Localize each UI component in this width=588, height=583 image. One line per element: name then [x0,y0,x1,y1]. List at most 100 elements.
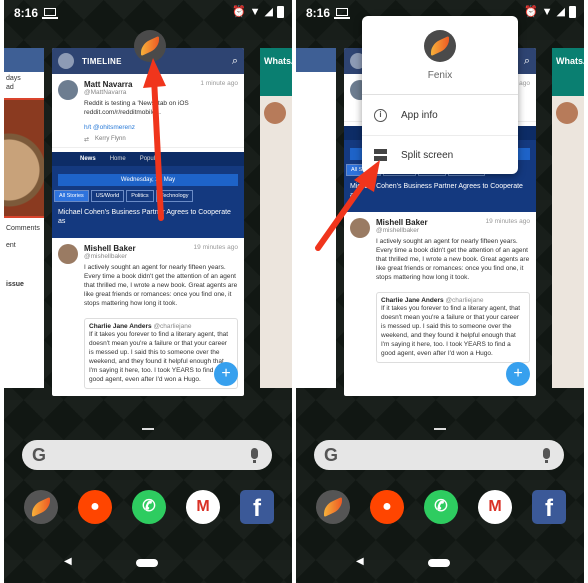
tweet-hat-tip: h/t @ohitsmerenz [84,124,136,131]
drag-handle[interactable] [142,428,154,430]
recent-app-card-reddit[interactable] [296,48,336,388]
signal-icon: ◢ [556,6,565,18]
news-tab: All Stories [54,190,89,202]
back-icon[interactable]: ◀ [64,556,72,567]
tweet-handle: @mishellbaker [84,253,128,260]
avatar [264,102,286,124]
recent-app-card-reddit[interactable]: days ad Comments ent issue [4,48,44,388]
left-card-text: issue [6,281,24,288]
mic-icon[interactable] [543,448,550,463]
tweet-time: 19 minutes ago [485,218,530,225]
left-card-image [4,98,44,218]
google-search-bar[interactable]: G [22,440,272,470]
menu-item-label: Split screen [401,149,454,161]
split-screen-menu-item[interactable]: Split screen [362,136,518,174]
avatar [350,218,370,238]
quote-handle: @charliejane [445,297,484,304]
quote-author: Charlie Jane Anders [381,297,444,304]
news-tab: Politics [126,190,154,202]
left-card-text: ad [6,84,14,91]
recent-app-card-fenix[interactable]: TIMELINE ⌕ Matt Navarra 1 minute ago @Ma… [52,48,244,396]
news-date: Wednesday, 23 May [58,174,238,186]
app-context-menu: Fenix i App info Split screen [362,16,518,174]
fenix-icon[interactable] [316,490,350,524]
wifi-icon: ▼ [541,5,553,18]
quote-text: If it takes you forever to find a litera… [381,305,521,357]
alarm-icon: ⏰ [523,6,538,18]
reddit-icon[interactable]: ● [78,490,112,524]
recent-app-card-whatsapp[interactable]: WhatsA [260,48,292,388]
avatar[interactable] [58,53,74,69]
home-button[interactable] [428,559,450,567]
news-headline: Michael Cohen's Business Partner Agrees … [350,183,523,199]
search-icon[interactable]: ⌕ [232,55,238,68]
popup-app-name: Fenix [427,70,453,81]
avatar [58,80,78,100]
news-tab: US/World [90,190,125,202]
alarm-icon: ⏰ [231,6,246,18]
tweet-author: Matt Navarra [84,80,133,89]
tweet[interactable]: Mishell Baker 19 minutes ago @mishellbak… [344,212,536,286]
timeline-title: TIMELINE [82,56,122,66]
reddit-icon[interactable]: ● [370,490,404,524]
whatsapp-title: WhatsA [552,48,584,96]
laptop-icon [42,8,58,19]
whatsapp-icon[interactable]: ✆ [132,490,166,524]
tweet-author: Mishell Baker [376,218,428,227]
signal-icon: ◢ [264,6,273,18]
compose-button[interactable]: + [506,362,530,386]
whatsapp-icon[interactable]: ✆ [424,490,458,524]
fenix-app-icon[interactable] [134,30,166,62]
status-bar: 8:16 ⏰ ▼ ◢ [4,0,292,26]
home-button[interactable] [136,559,158,567]
facebook-icon[interactable]: f [240,490,274,524]
laptop-icon [334,8,350,19]
tweet-text: I actively sought an agent for nearly fi… [84,264,238,307]
status-time: 8:16 [306,6,331,20]
google-search-bar[interactable]: G [314,440,564,470]
left-card-text: Comments [6,225,40,232]
facebook-icon[interactable]: f [532,490,566,524]
drag-handle[interactable] [434,428,446,430]
wifi-icon: ▼ [249,5,261,18]
quoted-tweet[interactable]: Charlie Jane Anders @charliejane If it t… [376,292,530,363]
status-time: 8:16 [14,6,39,20]
app-info-menu-item[interactable]: i App info [362,96,518,134]
battery-icon [277,5,284,18]
tweet-text: I actively sought an agent for nearly fi… [376,238,530,281]
tweet-handle: @mishellbaker [376,227,420,234]
nav-bar: ◀ [4,552,292,576]
gmail-icon[interactable]: M [186,490,220,524]
retweet-icon: ⇄ [84,137,90,143]
left-card-text: days [6,75,21,82]
tweet[interactable]: Mishell Baker 19 minutes ago @mishellbak… [52,238,244,312]
left-card-text: ent [6,242,16,249]
tweet-author: Mishell Baker [84,244,136,253]
avatar [58,244,78,264]
tweet-image-news-screenshot: News Home Popular Wednesday, 23 May All … [52,152,244,238]
news-nav-item: Home [109,156,126,162]
google-logo: G [324,445,339,465]
recent-app-card-whatsapp[interactable]: WhatsA [552,48,584,388]
fenix-app-icon [424,30,456,62]
info-icon: i [374,108,387,122]
mic-icon[interactable] [251,448,258,463]
google-logo: G [32,445,47,465]
whatsapp-title: WhatsA [260,48,292,96]
compose-button[interactable]: + [214,362,238,386]
divider [362,94,518,95]
news-nav-item: Popular [139,156,161,162]
gmail-icon[interactable]: M [478,490,512,524]
nav-bar: ◀ [296,552,584,576]
tweet[interactable]: Matt Navarra 1 minute ago @MattNavarra R… [52,74,244,148]
search-icon[interactable]: ⌕ [524,55,530,68]
back-icon[interactable]: ◀ [356,556,364,567]
phone-screen-left: 8:16 ⏰ ▼ ◢ days ad Comments ent issue Wh… [4,0,292,583]
quote-author: Charlie Jane Anders [89,323,152,330]
quote-text: If it takes you forever to find a litera… [89,331,229,383]
split-screen-icon [374,149,387,161]
menu-item-label: App info [401,109,438,121]
fenix-icon[interactable] [24,490,58,524]
quote-handle: @charliejane [153,323,192,330]
avatar [556,102,578,124]
